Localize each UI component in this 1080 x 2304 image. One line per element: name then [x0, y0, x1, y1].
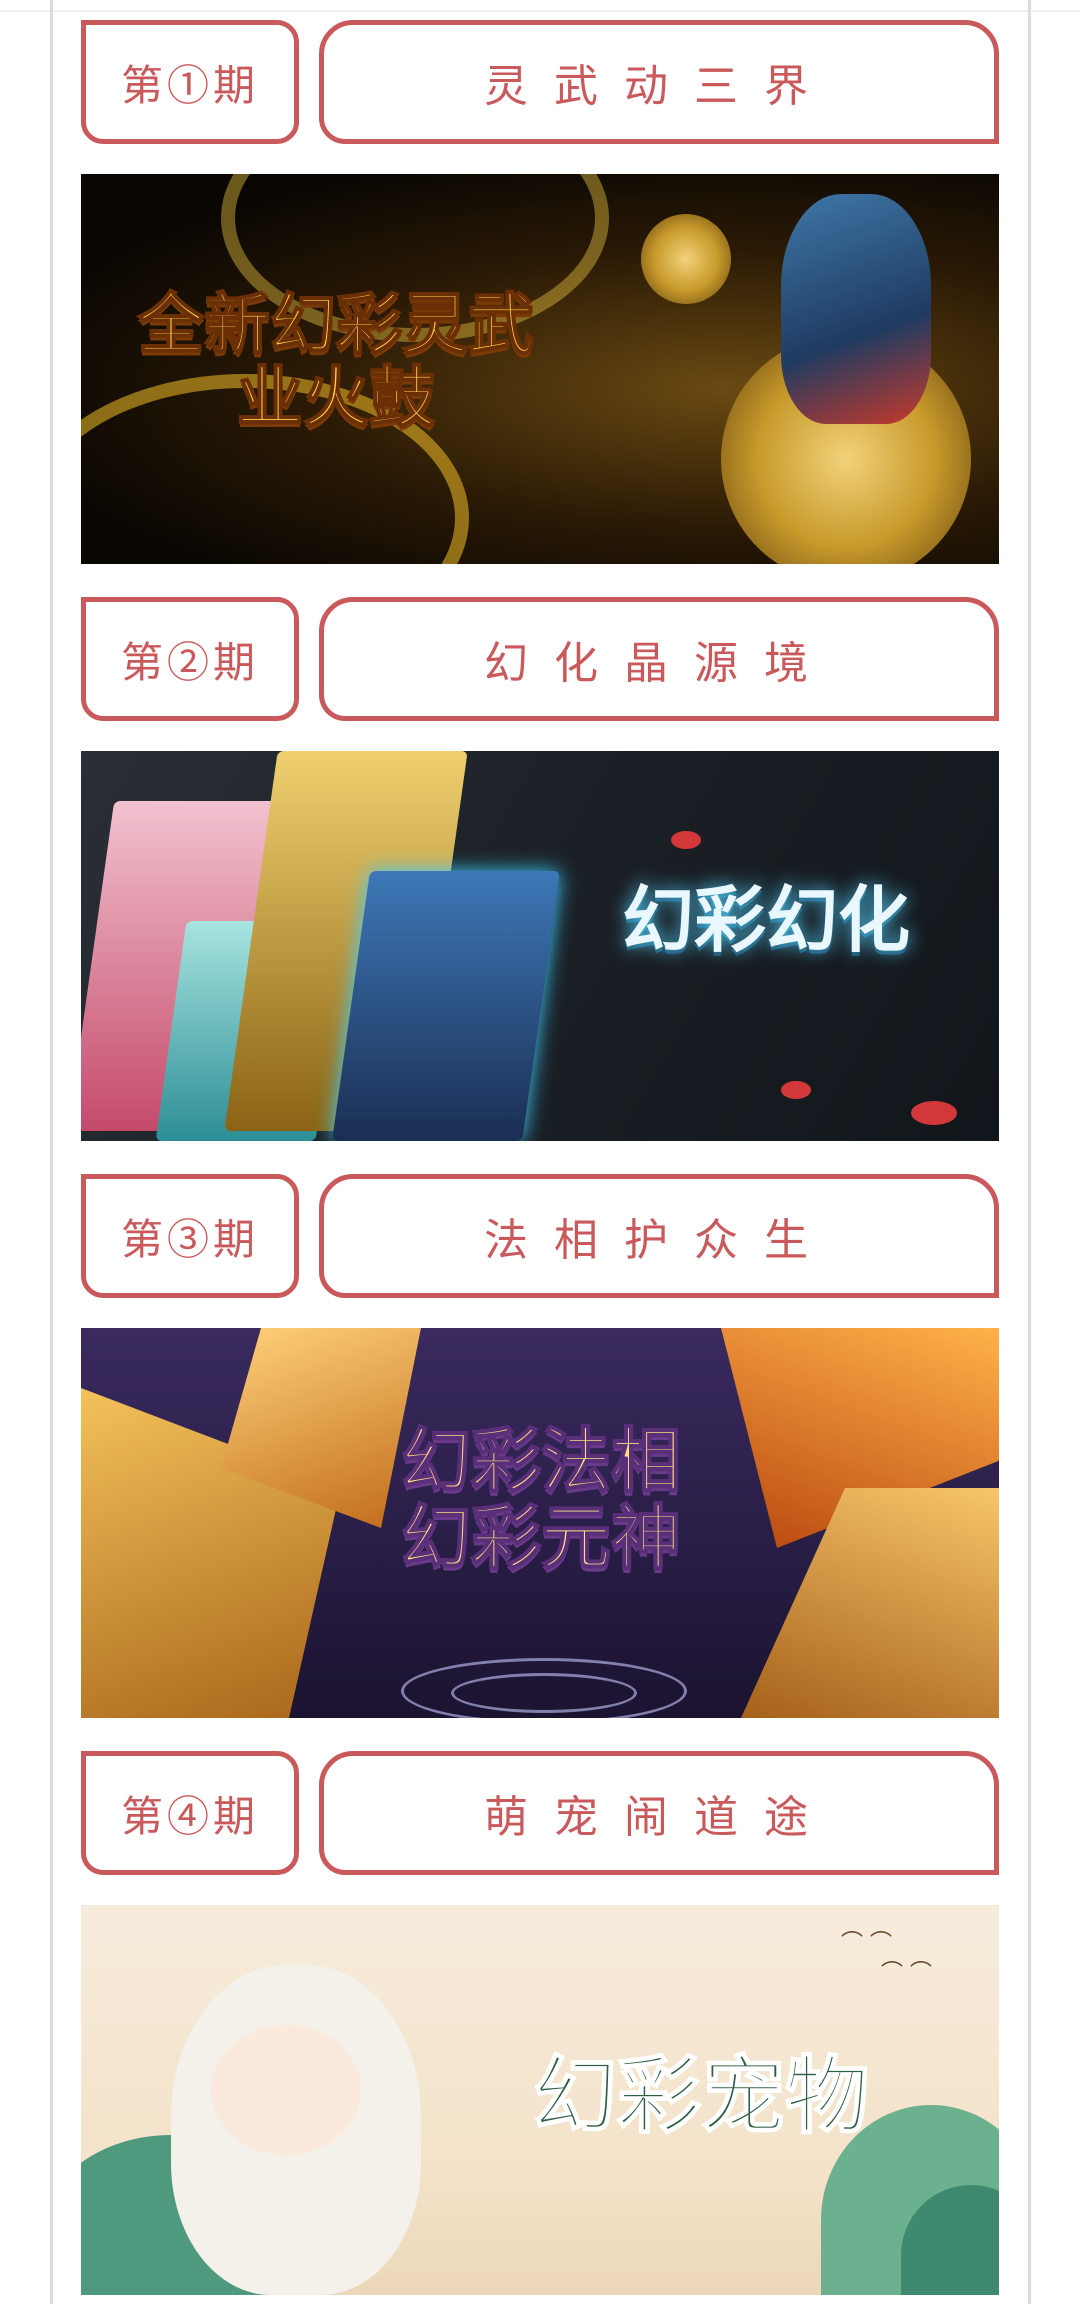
petal-decoration: [671, 831, 701, 849]
banner-headline: 幻彩法相 幻彩元神: [400, 1420, 682, 1579]
issue-title-box: 灵武动三界: [319, 20, 999, 144]
article-page: 第①期 灵武动三界 全新幻彩灵武 业火鼓 第②期 幻化晶源境 幻彩幻化 第③期 …: [0, 0, 1080, 2304]
issue-banner-image[interactable]: ⌒ ⌒ ⌒ ⌒ 幻彩宠物: [81, 1905, 999, 2295]
pet-face: [211, 2025, 361, 2155]
section-header: 第②期 幻化晶源境: [81, 597, 999, 721]
petal-decoration: [911, 1101, 957, 1125]
top-divider: [0, 10, 1080, 12]
issue-title-box: 法相护众生: [319, 1174, 999, 1298]
issue-banner-image[interactable]: 幻彩幻化: [81, 751, 999, 1141]
issue-banner-image[interactable]: 全新幻彩灵武 业火鼓: [81, 174, 999, 564]
issue-number-badge: 第③期: [81, 1174, 299, 1298]
left-frame-rail: [50, 0, 53, 2304]
hero-character-figure: [781, 194, 931, 424]
issue-title-box: 幻化晶源境: [319, 597, 999, 721]
glow-ring: [451, 1673, 637, 1713]
banner-headline: 全新幻彩灵武 业火鼓: [137, 286, 535, 436]
section-header: 第①期 灵武动三界: [81, 20, 999, 144]
issue-banner-image[interactable]: 幻彩法相 幻彩元神: [81, 1328, 999, 1718]
issue-number-badge: 第①期: [81, 20, 299, 144]
character-card: [332, 871, 560, 1141]
issue-title-box: 萌宠闹道途: [319, 1751, 999, 1875]
right-frame-rail: [1028, 0, 1031, 2304]
issue-number-badge: 第②期: [81, 597, 299, 721]
section-header: 第④期 萌宠闹道途: [81, 1751, 999, 1875]
banner-headline: 幻彩宠物: [532, 2046, 870, 2145]
petal-decoration: [781, 1081, 811, 1099]
drum-ornament: [641, 214, 731, 304]
section-header: 第③期 法相护众生: [81, 1174, 999, 1298]
issue-number-badge: 第④期: [81, 1751, 299, 1875]
banner-headline: 幻彩幻化: [621, 878, 910, 962]
bird-icon: ⌒ ⌒: [841, 1931, 892, 1956]
bird-icon: ⌒ ⌒: [881, 1961, 932, 1986]
